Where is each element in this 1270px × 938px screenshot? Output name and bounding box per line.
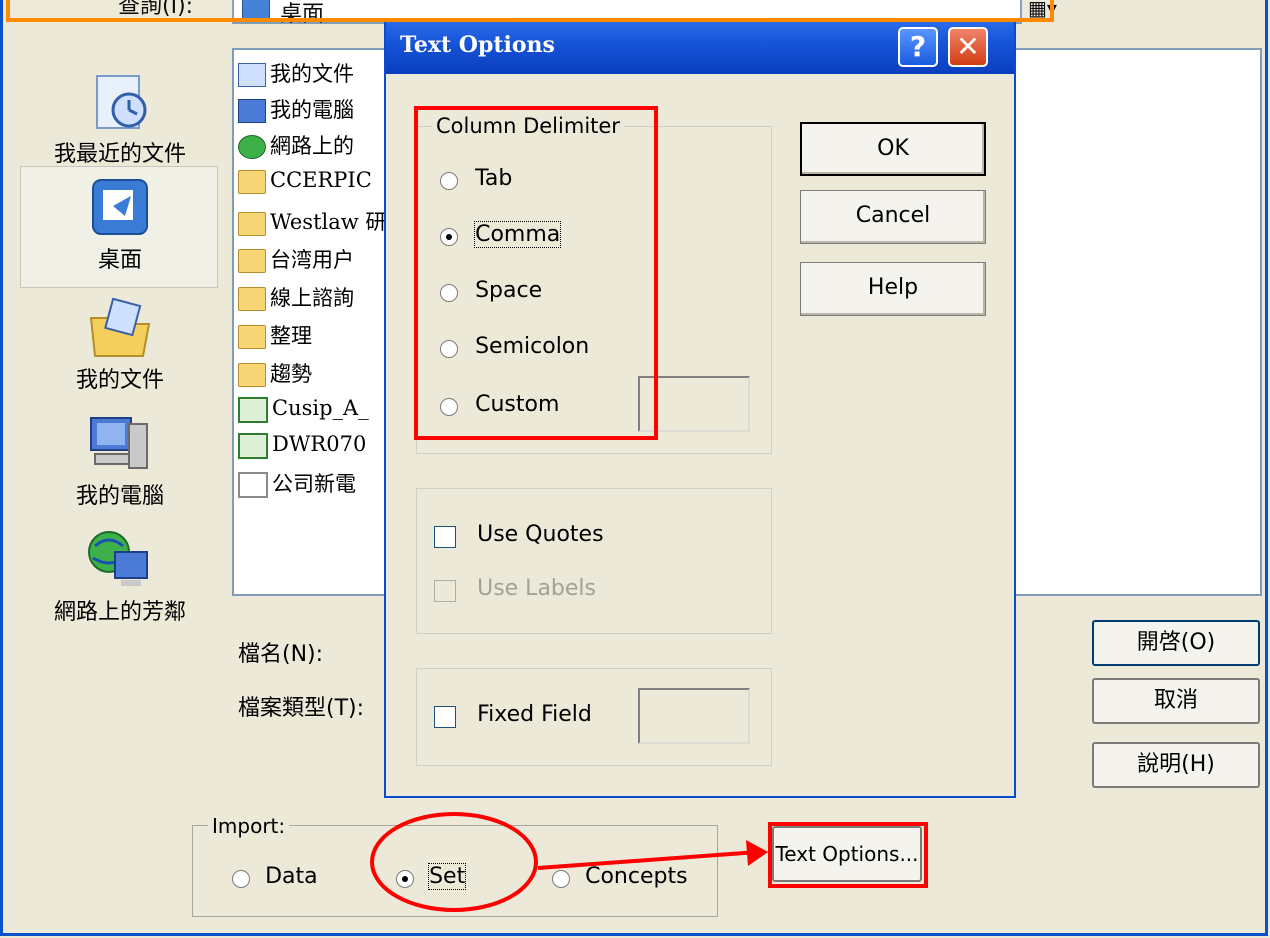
- cancel-button[interactable]: Cancel: [800, 190, 986, 244]
- folder-icon: [238, 325, 266, 349]
- delimiter-highlight-box: [414, 106, 658, 440]
- network-places-icon: [238, 135, 266, 159]
- cancel-button[interactable]: 取消: [1092, 678, 1260, 724]
- list-item[interactable]: 線上諮詢: [238, 282, 354, 316]
- text-options-highlight-box: [768, 822, 928, 888]
- list-item[interactable]: 公司新電: [238, 468, 356, 502]
- fixed-field-checkbox[interactable]: Fixed Field: [434, 702, 592, 728]
- folder-icon: [238, 211, 266, 236]
- place-label: 我最近的文件: [53, 142, 186, 167]
- help-button[interactable]: 說明(H): [1092, 742, 1260, 788]
- place-my-documents[interactable]: 我的文件: [40, 296, 200, 394]
- filename-label: 檔名(N):: [238, 642, 324, 667]
- my-documents-icon: [85, 296, 155, 360]
- annotation-overlay: [370, 812, 768, 912]
- list-item[interactable]: 台湾用户: [238, 244, 354, 278]
- place-network[interactable]: 網路上的芳鄰: [20, 528, 220, 626]
- fixed-field-input[interactable]: [638, 688, 750, 744]
- place-label: 桌面: [97, 248, 142, 273]
- spreadsheet-file-icon: [238, 396, 268, 423]
- place-desktop[interactable]: 桌面: [40, 176, 200, 274]
- highlight-callout: [6, 0, 1054, 22]
- recent-documents-icon: [85, 70, 155, 134]
- open-button[interactable]: 開啓(O): [1092, 620, 1260, 666]
- filetype-label: 檔案類型(T):: [238, 696, 365, 721]
- my-computer-icon: [85, 412, 155, 476]
- set-highlight-ellipse: [370, 812, 538, 912]
- list-item[interactable]: 整理: [238, 320, 312, 354]
- close-icon[interactable]: ✕: [948, 27, 988, 67]
- list-item[interactable]: Westlaw 研: [238, 206, 386, 240]
- use-quotes-checkbox[interactable]: Use Quotes: [434, 522, 604, 548]
- list-item[interactable]: CCERPIC: [238, 168, 372, 202]
- desktop-icon: [85, 176, 155, 240]
- text-file-icon: [238, 472, 268, 498]
- checkbox-icon: [434, 579, 456, 602]
- place-my-computer[interactable]: 我的電腦: [40, 412, 200, 510]
- quotes-group: [416, 488, 772, 634]
- help-icon[interactable]: ?: [898, 27, 938, 67]
- place-label: 網路上的芳鄰: [53, 600, 186, 625]
- my-computer-icon: [238, 99, 266, 123]
- ok-button[interactable]: OK: [800, 122, 986, 176]
- radio-icon: [232, 869, 250, 888]
- place-recent-documents[interactable]: 我最近的文件: [40, 70, 200, 168]
- spreadsheet-file-icon: [238, 432, 268, 459]
- my-documents-icon: [238, 63, 266, 87]
- folder-icon: [238, 363, 266, 387]
- checkbox-icon: [434, 705, 456, 728]
- import-legend: Import:: [208, 814, 290, 838]
- use-labels-checkbox[interactable]: Use Labels: [434, 576, 596, 602]
- import-data-radio[interactable]: Data: [232, 864, 318, 889]
- list-item[interactable]: 網路上的: [238, 130, 354, 164]
- checkbox-icon: [434, 525, 456, 548]
- list-item[interactable]: 趨勢: [238, 358, 312, 392]
- folder-icon: [238, 249, 266, 273]
- list-item[interactable]: 我的電腦: [238, 94, 354, 128]
- help-button[interactable]: Help: [800, 262, 986, 316]
- folder-icon: [238, 287, 266, 311]
- annotation-arrow: [537, 850, 759, 870]
- text-options-title: Text Options: [400, 32, 555, 58]
- arrow-head-icon: [746, 840, 768, 866]
- place-label: 我的文件: [75, 368, 164, 393]
- list-item[interactable]: DWR070: [238, 432, 366, 466]
- list-item[interactable]: 我的文件: [238, 58, 354, 92]
- folder-icon: [238, 169, 266, 194]
- place-label: 我的電腦: [75, 484, 164, 509]
- list-item[interactable]: Cusip_A_: [238, 396, 369, 430]
- network-places-icon: [85, 528, 155, 592]
